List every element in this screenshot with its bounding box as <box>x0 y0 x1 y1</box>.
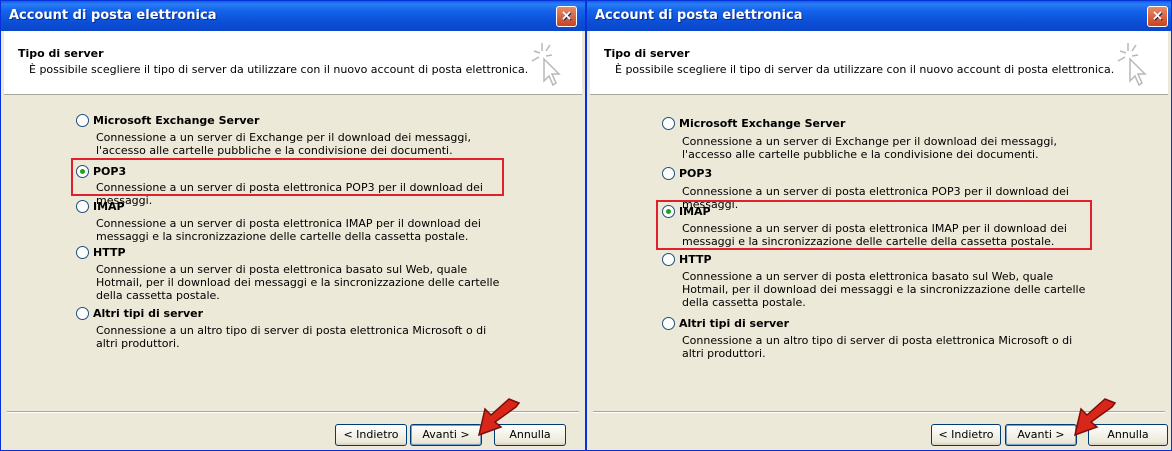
option-pop3[interactable]: POP3 <box>662 165 712 181</box>
option-imap[interactable]: IMAP <box>76 198 125 214</box>
option-label: HTTP <box>679 252 712 266</box>
radio-other[interactable] <box>76 306 89 320</box>
option-description: Connessione a un altro tipo di server di… <box>682 334 1073 360</box>
wizard-cursor-icon <box>1117 43 1147 87</box>
wizard-window-right: Account di posta elettronica × Tipo di s… <box>586 0 1172 451</box>
option-description: Connessione a un server di posta elettro… <box>96 263 500 302</box>
back-button[interactable]: < Indietro <box>335 424 407 446</box>
radio-other[interactable] <box>662 316 675 330</box>
radio-http[interactable] <box>76 245 89 259</box>
header-title: Tipo di server <box>604 47 690 60</box>
imap-highlight-box <box>656 200 1092 250</box>
radio-pop3[interactable] <box>662 166 675 180</box>
server-type-options: Microsoft Exchange Server Connessione a … <box>4 96 582 408</box>
option-description: Connessione a un server di posta elettro… <box>682 270 1086 309</box>
option-label: POP3 <box>679 166 713 180</box>
wizard-header: Tipo di server È possibile scegliere il … <box>590 31 1168 95</box>
option-other[interactable]: Altri tipi di server <box>662 315 789 331</box>
option-http[interactable]: HTTP <box>76 244 126 260</box>
window-title: Account di posta elettronica <box>595 8 803 23</box>
pop3-highlight-box <box>71 158 504 196</box>
option-other[interactable]: Altri tipi di server <box>76 305 203 321</box>
header-title: Tipo di server <box>18 47 104 60</box>
radio-exchange[interactable] <box>76 113 89 127</box>
radio-exchange[interactable] <box>662 116 675 130</box>
title-bar: Account di posta elettronica × <box>1 1 585 31</box>
option-http[interactable]: HTTP <box>662 251 712 267</box>
radio-http[interactable] <box>662 252 675 266</box>
server-type-options: Microsoft Exchange Server Connessione a … <box>590 96 1168 408</box>
option-label: Microsoft Exchange Server <box>93 113 260 127</box>
option-exchange[interactable]: Microsoft Exchange Server <box>76 112 259 128</box>
header-subtitle: È possibile scegliere il tipo di server … <box>29 63 529 76</box>
option-label: Altri tipi di server <box>679 316 790 330</box>
back-button[interactable]: < Indietro <box>931 424 1001 446</box>
window-title: Account di posta elettronica <box>9 8 217 23</box>
option-exchange[interactable]: Microsoft Exchange Server <box>662 115 845 131</box>
option-description: Connessione a un altro tipo di server di… <box>96 324 487 350</box>
title-bar: Account di posta elettronica × <box>587 1 1171 31</box>
wizard-header: Tipo di server È possibile scegliere il … <box>4 31 582 95</box>
option-description: Connessione a un server di posta elettro… <box>96 217 481 243</box>
wizard-window-left: Account di posta elettronica × Tipo di s… <box>0 0 586 451</box>
option-label: Altri tipi di server <box>93 306 204 320</box>
close-button[interactable]: × <box>556 6 577 27</box>
red-arrow-icon <box>1073 398 1117 437</box>
wizard-cursor-icon <box>531 43 561 87</box>
red-arrow-icon <box>477 398 521 437</box>
option-label: Microsoft Exchange Server <box>679 116 846 130</box>
option-description: Connessione a un server di Exchange per … <box>682 135 1057 161</box>
option-description: Connessione a un server di Exchange per … <box>96 131 471 157</box>
close-button[interactable]: × <box>1147 6 1168 27</box>
header-subtitle: È possibile scegliere il tipo di server … <box>615 63 1115 76</box>
option-label: HTTP <box>93 245 126 259</box>
radio-imap[interactable] <box>76 199 89 213</box>
option-label: IMAP <box>93 199 125 213</box>
